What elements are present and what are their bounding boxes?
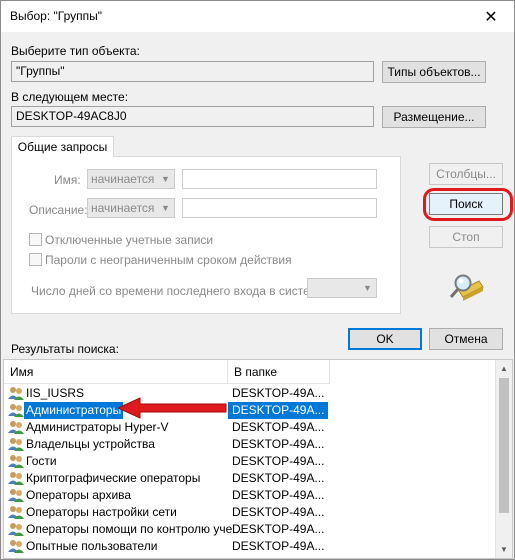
disabled-accounts-checkbox[interactable] — [29, 233, 42, 246]
chevron-down-icon: ▼ — [359, 279, 376, 297]
group-icon — [8, 522, 24, 537]
column-header-name[interactable]: Имя — [4, 360, 228, 384]
result-name: Операторы настройки сети — [26, 505, 177, 519]
chevron-down-icon: ▼ — [157, 199, 174, 217]
group-icon — [8, 505, 24, 520]
column-header-folder[interactable]: В папке — [228, 360, 330, 384]
result-folder: DESKTOP-49A... — [232, 539, 325, 553]
result-row[interactable]: Опытные пользователи DESKTOP-49A... — [4, 538, 494, 555]
close-icon[interactable]: ✕ — [468, 1, 514, 32]
result-name: Владельцы устройства — [26, 437, 155, 451]
search-button-highlight — [423, 188, 513, 221]
title-bar: Выбор: "Группы" ✕ — [1, 1, 514, 32]
result-name: Операторы архива — [26, 488, 132, 502]
red-arrow-annotation — [118, 397, 227, 419]
days-since-logon-label: Число дней со времени последнего входа в… — [31, 284, 328, 298]
tab-common-queries[interactable]: Общие запросы — [11, 136, 114, 157]
results-list[interactable]: Имя В папке IIS_IUSRS DESKTOP-49A... Админ… — [3, 359, 513, 559]
ok-button[interactable]: OK — [348, 328, 422, 350]
name-condition-value: начинается с — [91, 172, 164, 186]
result-row[interactable]: Владельцы устройства DESKTOP-49A... — [4, 436, 494, 453]
result-name: Опытные пользователи — [26, 539, 158, 553]
no-expire-passwords-label: Пароли с неограниченным сроком действия — [45, 253, 292, 267]
result-name: Администраторы — [24, 402, 124, 419]
scrollbar-thumb[interactable] — [499, 378, 509, 513]
location-field: DESKTOP-49AC8J0 — [11, 106, 374, 127]
vertical-scrollbar[interactable]: ▲ ▼ — [495, 360, 512, 558]
group-icon — [8, 454, 24, 469]
description-condition-select[interactable]: начинается с ▼ — [87, 198, 175, 218]
select-groups-dialog: Выбор: "Группы" ✕ Выберите тип объекта: … — [0, 0, 515, 560]
result-row[interactable]: Администраторы Hyper-V DESKTOP-49A... — [4, 419, 494, 436]
result-folder: DESKTOP-49A... — [232, 420, 325, 434]
locations-button[interactable]: Размещение... — [382, 106, 486, 128]
results-label: Результаты поиска: — [11, 342, 119, 356]
result-row[interactable]: Криптографические операторы DESKTOP-49A..… — [4, 470, 494, 487]
result-folder: DESKTOP-49A... — [232, 505, 325, 519]
group-icon — [8, 386, 24, 401]
group-icon — [8, 403, 24, 418]
result-folder: DESKTOP-49A... — [232, 471, 325, 485]
result-folder: DESKTOP-49A... — [232, 488, 325, 502]
result-row[interactable]: Операторы архива DESKTOP-49A... — [4, 487, 494, 504]
result-row[interactable]: Операторы настройки сети DESKTOP-49A... — [4, 504, 494, 521]
result-name: Операторы помощи по контролю уче... — [26, 522, 243, 536]
result-row[interactable]: Администраторы DESKTOP-49A... — [4, 402, 494, 419]
result-row[interactable]: IIS_IUSRS DESKTOP-49A... — [4, 385, 494, 402]
result-folder: DESKTOP-49A... — [228, 402, 328, 419]
group-icon — [8, 471, 24, 486]
result-folder: DESKTOP-49A... — [232, 522, 325, 536]
result-name: Гости — [26, 454, 57, 468]
result-name: Администраторы Hyper-V — [26, 420, 169, 434]
cancel-button[interactable]: Отмена — [429, 328, 503, 350]
object-type-field: "Группы" — [11, 61, 374, 82]
result-folder: DESKTOP-49A... — [232, 386, 325, 400]
description-condition-value: начинается с — [91, 201, 164, 215]
result-folder: DESKTOP-49A... — [232, 437, 325, 451]
window-title: Выбор: "Группы" — [10, 9, 103, 23]
group-icon — [8, 437, 24, 452]
result-name: IIS_IUSRS — [26, 386, 85, 400]
group-icon — [8, 539, 24, 554]
name-label: Имя: — [54, 173, 81, 187]
name-condition-select[interactable]: начинается с ▼ — [87, 169, 175, 189]
disabled-accounts-label: Отключенные учетные записи — [45, 233, 214, 247]
object-type-label: Выберите тип объекта: — [11, 44, 140, 58]
result-row[interactable]: Операторы помощи по контролю уче... DESKT… — [4, 521, 494, 538]
no-expire-passwords-checkbox[interactable] — [29, 253, 42, 266]
group-icon — [8, 420, 24, 435]
name-input[interactable] — [182, 169, 377, 189]
chevron-down-icon: ▼ — [157, 170, 174, 188]
scroll-down-icon[interactable]: ▼ — [500, 545, 508, 554]
description-input[interactable] — [182, 198, 377, 218]
object-types-button[interactable]: Типы объектов... — [382, 61, 486, 83]
description-label: Описание: — [29, 203, 88, 217]
result-row[interactable]: Гости DESKTOP-49A... — [4, 453, 494, 470]
group-icon — [8, 488, 24, 503]
result-name: Криптографические операторы — [26, 471, 201, 485]
search-magnifier-icon — [445, 269, 485, 305]
scroll-up-icon[interactable]: ▲ — [500, 364, 508, 373]
columns-button[interactable]: Столбцы... — [429, 163, 503, 185]
days-since-logon-select[interactable]: ▼ — [307, 278, 377, 298]
stop-button[interactable]: Стоп — [429, 226, 503, 248]
location-label: В следующем месте: — [11, 90, 129, 104]
result-folder: DESKTOP-49A... — [232, 454, 325, 468]
